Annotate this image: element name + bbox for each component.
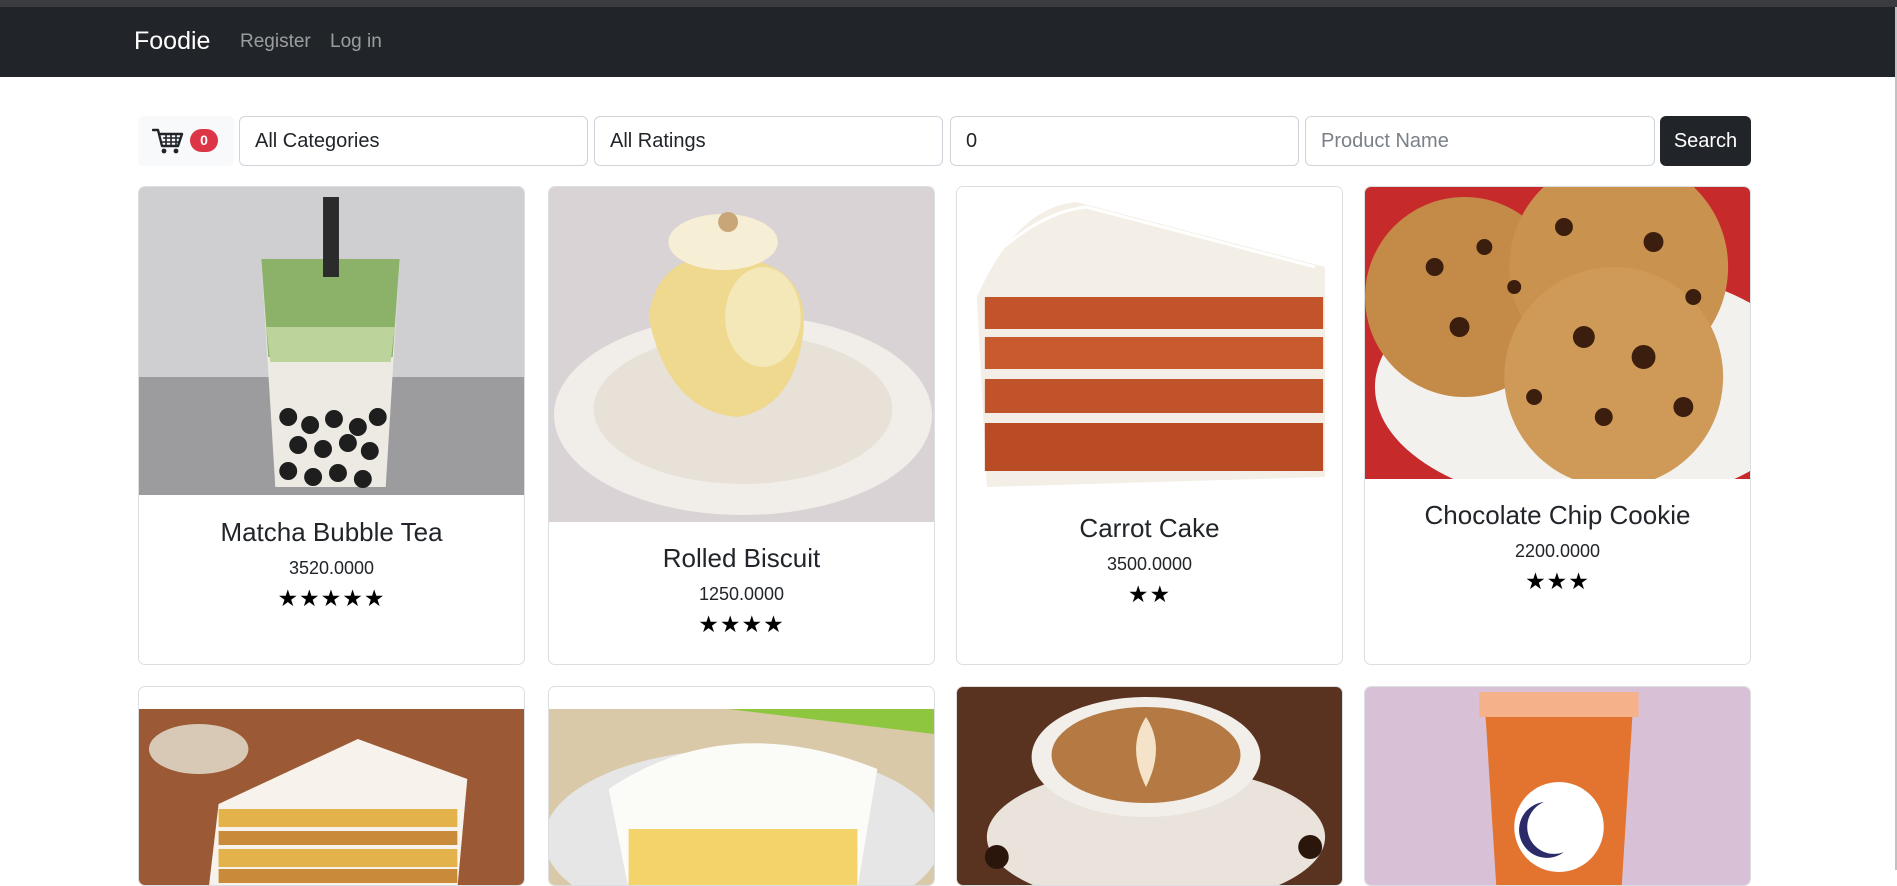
navbar: Foodie Register Log in	[0, 7, 1895, 77]
product-rating-stars: ★★★★★	[277, 585, 386, 611]
product-card[interactable]: Rolled Biscuit 1250.0000 ★★★★	[548, 186, 935, 665]
filter-bar: 0 All Categories All Ratings 0 Product N…	[138, 116, 1751, 166]
brand-link[interactable]: Foodie	[134, 27, 210, 56]
product-image	[549, 187, 934, 522]
cart-icon	[152, 128, 184, 154]
product-rating-stars: ★★	[1127, 581, 1172, 607]
product-name: Rolled Biscuit	[662, 543, 821, 573]
window-top-edge	[0, 0, 1897, 7]
product-card[interactable]	[1364, 686, 1751, 886]
cart-count-badge: 0	[190, 129, 218, 152]
product-rating-stars: ★★★	[1525, 568, 1590, 594]
product-image	[1365, 187, 1750, 479]
product-image	[549, 709, 934, 885]
product-image	[957, 187, 1342, 491]
category-select[interactable]: All Categories	[239, 116, 588, 166]
product-price: 1250.0000	[698, 584, 785, 604]
product-rating-stars: ★★★★	[698, 611, 785, 637]
product-name-input[interactable]: Product Name	[1305, 116, 1655, 166]
product-card[interactable]	[548, 686, 935, 886]
product-image	[957, 687, 1342, 885]
product-card[interactable]: Chocolate Chip Cookie 2200.0000 ★★★	[1364, 186, 1751, 665]
product-image	[1365, 687, 1750, 885]
product-name: Matcha Bubble Tea	[220, 517, 443, 547]
product-card[interactable]	[956, 686, 1343, 886]
cart-button[interactable]: 0	[138, 116, 234, 166]
product-price: 3500.0000	[1106, 554, 1193, 574]
product-price: 2200.0000	[1514, 541, 1601, 561]
search-button[interactable]: Search	[1660, 116, 1751, 166]
product-name: Chocolate Chip Cookie	[1424, 500, 1691, 530]
product-card[interactable]: Carrot Cake 3500.0000 ★★	[956, 186, 1343, 665]
rating-select[interactable]: All Ratings	[594, 116, 943, 166]
product-image	[139, 187, 524, 495]
product-image	[139, 709, 524, 885]
register-link[interactable]: Register	[240, 31, 311, 53]
product-card[interactable]: Matcha Bubble Tea 3520.0000 ★★★★★	[138, 186, 525, 665]
login-link[interactable]: Log in	[330, 31, 382, 53]
product-card[interactable]	[138, 686, 525, 886]
price-input[interactable]: 0	[950, 116, 1299, 166]
product-price: 3520.0000	[288, 558, 375, 578]
product-name: Carrot Cake	[1079, 513, 1220, 543]
